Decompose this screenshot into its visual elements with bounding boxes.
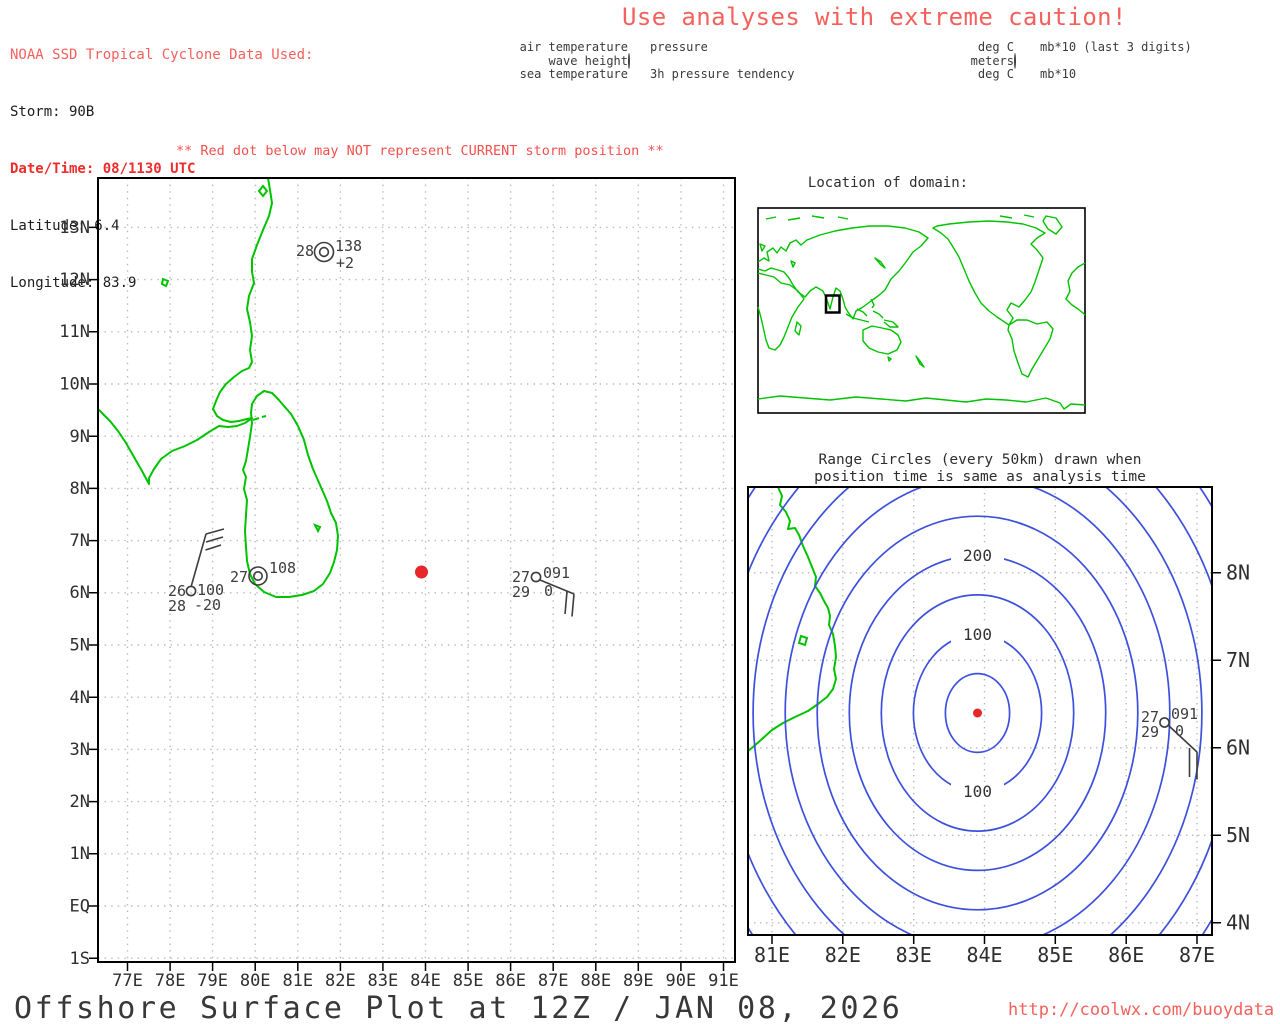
- range-y-axis-label: 5N: [1226, 823, 1250, 847]
- x-axis-label: 88E: [580, 971, 611, 991]
- world-coastline-madagascar: [794, 321, 802, 336]
- range-y-axis-label: 8N: [1226, 561, 1250, 585]
- y-axis-label: 2N: [70, 792, 90, 812]
- y-axis-label: EQ: [70, 897, 90, 917]
- x-axis-label: 82E: [325, 971, 356, 991]
- buoy-inner-circle-icon: [253, 570, 264, 581]
- range-y-axis-label: 7N: [1226, 648, 1250, 672]
- y-axis-label: 1N: [70, 844, 90, 864]
- station-sea-temp: 29: [512, 583, 530, 601]
- buoy-double-circle-icon: [313, 241, 335, 263]
- x-axis-label: 83E: [368, 971, 399, 991]
- range-map-title-line1: Range Circles (every 50km) drawn when: [818, 452, 1141, 468]
- station-plot-27-108: 27 108: [230, 559, 296, 586]
- range-sri-lanka-coastline: [748, 487, 837, 752]
- station-air-temp: 28: [296, 242, 314, 260]
- station-pressure: 108: [269, 559, 296, 577]
- station-circle-icon: [530, 571, 542, 583]
- main-grid-horizontal: [98, 226, 735, 959]
- x-axis-label: 78E: [155, 971, 186, 991]
- y-axis-label: 3N: [70, 740, 90, 760]
- y-axis-label: 13N: [59, 218, 90, 238]
- contour-label-100b: 100: [963, 782, 992, 801]
- x-axis-label: 85E: [453, 971, 484, 991]
- y-axis-label: 11N: [59, 322, 90, 342]
- station-tendency: 0: [1175, 722, 1184, 740]
- x-axis-label: 89E: [623, 971, 654, 991]
- world-coastline-indonesia: [845, 308, 899, 328]
- station-air-temp: 27: [230, 568, 248, 586]
- range-y-axis-label: 4N: [1226, 911, 1250, 935]
- station-sea-temp: 29: [1141, 723, 1159, 741]
- range-x-axis-label: 82E: [825, 943, 861, 967]
- lagoon-loop: [257, 184, 269, 198]
- world-coastline-south-america: [1007, 319, 1054, 378]
- station-pressure: 091: [543, 564, 570, 582]
- world-coastline-north-america: [932, 215, 1063, 326]
- station-tendency: +2: [336, 254, 354, 272]
- range-x-axis-label: 87E: [1179, 943, 1215, 967]
- main-map: 28 138 +2 26 100 28 -20 27 108 27 091 29…: [59, 177, 739, 991]
- india-coastline: [98, 178, 273, 485]
- station-tendency: 0: [544, 582, 553, 600]
- range-x-axis-label: 86E: [1108, 943, 1144, 967]
- range-x-axis-label: 81E: [754, 943, 790, 967]
- world-coastline-antarctica: [757, 395, 1086, 410]
- station-pressure: 138: [335, 237, 362, 255]
- small-islands: [160, 277, 322, 534]
- station-sea-temp: 28: [168, 597, 186, 615]
- world-coastline-eurasia: [757, 225, 929, 320]
- contour-label-100: 100: [963, 625, 992, 644]
- world-coastline-australia: [862, 325, 925, 368]
- world-coastline-japan: [870, 257, 886, 309]
- station-pressure: 091: [1171, 705, 1198, 723]
- x-axis-label: 87E: [538, 971, 569, 991]
- range-storm-position-dot: [973, 708, 982, 718]
- range-lagoon: [797, 634, 809, 647]
- y-axis-label: 12N: [59, 270, 90, 290]
- station-tendency: -20: [194, 596, 221, 614]
- world-coastline-africa-west: [1065, 262, 1086, 316]
- x-axis-label: 84E: [410, 971, 441, 991]
- station-plot-28-138: 28 138 +2: [296, 237, 362, 272]
- buoy-inner-circle-icon: [318, 246, 330, 258]
- x-axis-label: 80E: [240, 971, 271, 991]
- offshore-surface-plot: NOAA SSD Tropical Cyclone Data Used: Sto…: [0, 0, 1280, 1024]
- source-url: http://coolwx.com/buoydata: [1008, 1000, 1275, 1020]
- x-axis-label: 91E: [708, 971, 739, 991]
- y-axis-label: 10N: [59, 375, 90, 395]
- range-map-title-line2: position time is same as analysis time: [814, 469, 1146, 485]
- y-axis-label: 5N: [70, 636, 90, 656]
- y-axis-label: 7N: [70, 531, 90, 551]
- y-axis-label: 6N: [70, 583, 90, 603]
- station-circle-icon: [185, 585, 197, 597]
- x-axis-label: 86E: [495, 971, 526, 991]
- range-y-axis-label: 6N: [1226, 736, 1250, 760]
- range-map: Range Circles (every 50km) drawn when po…: [747, 452, 1250, 967]
- station-plot-27-091: 27 091 29 0: [512, 564, 575, 617]
- x-axis-label: 81E: [282, 971, 313, 991]
- y-axis-label: 1S: [70, 949, 90, 969]
- x-axis-label: 77E: [112, 971, 143, 991]
- range-x-axis-label: 83E: [896, 943, 932, 967]
- y-axis-label: 9N: [70, 427, 90, 447]
- world-inset: Location of domain:: [757, 175, 1086, 414]
- world-coastline-arctic: [759, 214, 1035, 268]
- world-inset-title: Location of domain:: [808, 175, 968, 191]
- station-plot-26-100: 26 100 28 -20: [168, 528, 225, 615]
- x-axis-label: 90E: [666, 971, 697, 991]
- contour-label-200: 200: [963, 546, 992, 565]
- world-coastlines: [757, 214, 1086, 410]
- plot-title: Offshore Surface Plot at 12Z / JAN 08, 2…: [14, 991, 903, 1024]
- x-axis-label: 79E: [197, 971, 228, 991]
- range-x-axis-label: 85E: [1037, 943, 1073, 967]
- plot-graphics: 28 138 +2 26 100 28 -20 27 108 27 091 29…: [59, 175, 1250, 991]
- storm-position-dot: [415, 565, 428, 579]
- wind-barb-icon: [190, 528, 225, 588]
- range-x-axis-label: 84E: [966, 943, 1002, 967]
- world-coastline-africa-east: [757, 272, 805, 351]
- y-axis-label: 8N: [70, 479, 90, 499]
- y-axis-label: 4N: [70, 688, 90, 708]
